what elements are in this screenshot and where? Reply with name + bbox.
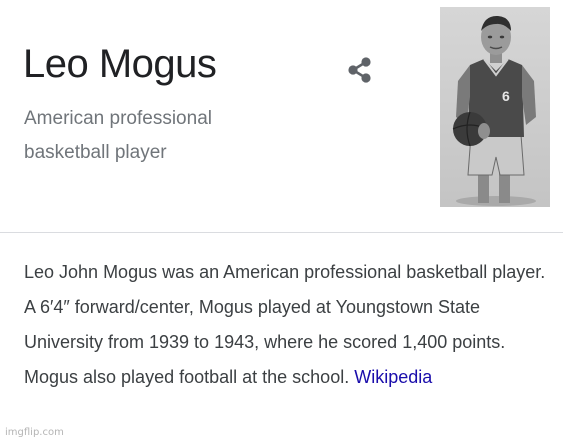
entity-description: Leo John Mogus was an American professio…	[24, 255, 549, 395]
entity-subtitle: American professional basketball player	[24, 108, 212, 163]
entity-title: Leo Mogus	[23, 42, 217, 86]
wikipedia-link[interactable]: Wikipedia	[354, 367, 432, 387]
imgflip-watermark: imgflip.com	[5, 427, 64, 438]
section-divider	[0, 232, 563, 233]
share-icon	[348, 57, 371, 83]
entity-photo[interactable]: 6	[440, 7, 550, 207]
jersey-number: 6	[502, 88, 510, 104]
share-button[interactable]	[343, 53, 377, 87]
basketball-player-photo: 6	[440, 7, 550, 207]
knowledge-panel-header: Leo Mogus American professional basketba…	[0, 0, 563, 232]
description-text: Leo John Mogus was an American professio…	[24, 262, 546, 387]
